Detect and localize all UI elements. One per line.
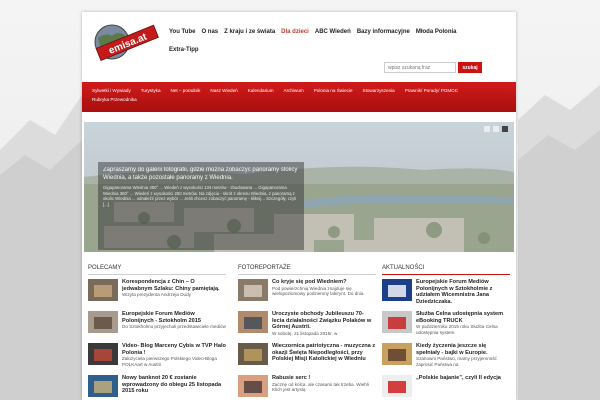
article-excerpt: Założyciela pierwszego Polskiego Video-B… xyxy=(122,356,217,367)
slider-dot-3[interactable] xyxy=(502,126,508,132)
column-aktualnosci: AKTUALNOŚCI Europejskie Forum Mediów Polo… xyxy=(382,265,510,400)
category-menu-item[interactable]: Archiwum xyxy=(284,86,310,95)
article-title[interactable]: Wieczornica patriotyczna - muzyczna z ok… xyxy=(272,343,376,363)
article-text: „Polskie bajanie”, czyli II edycja xyxy=(416,375,501,400)
article-thumbnail[interactable] xyxy=(238,375,268,397)
topnav-item[interactable]: Z kraju i ze świata xyxy=(221,26,278,38)
page-container: emisa.at You Tube O nas Z kraju i ze świat… xyxy=(82,12,516,400)
article-text: Uroczyste obchody Jubileuszu 70-lecia dz… xyxy=(272,311,376,339)
image-slider[interactable]: Zapraszamy do galerii fotografii, gdzie … xyxy=(84,122,514,252)
topnav-item[interactable]: Młoda Polonia xyxy=(413,26,460,38)
article-thumbnail[interactable] xyxy=(382,343,412,365)
caption-body: Gigapanorama Wiednia 360° ... Wiedeń z w… xyxy=(103,185,297,207)
search-input[interactable] xyxy=(384,62,456,73)
slider-caption[interactable]: Zapraszamy do galerii fotografii, gdzie … xyxy=(98,162,304,250)
category-menu-item[interactable]: Nasz Wiedeń xyxy=(210,86,243,95)
article-excerpt: W październiku 2015 roku Służba Celna ud… xyxy=(416,324,498,335)
slider-dot-1[interactable] xyxy=(484,126,490,132)
topnav-item[interactable]: You Tube xyxy=(166,26,198,38)
category-menu-item[interactable]: Net – poradnik xyxy=(171,86,207,95)
article-title[interactable]: Uroczyste obchody Jubileuszu 70-lecia dz… xyxy=(272,311,376,331)
topnav-item[interactable]: Extra-Tipp xyxy=(166,44,202,56)
article-text: Europejskie Forum Mediów Polonijnych - S… xyxy=(122,311,226,339)
top-navigation: You Tube O nas Z kraju i ze świata Dla dzie… xyxy=(166,26,510,62)
article-text: Rabusie serc ! Zacznę od kolca. ale czasa… xyxy=(272,375,376,400)
article-thumbnail[interactable] xyxy=(238,311,268,333)
category-menu-item[interactable]: Polonia na Świecie xyxy=(314,86,359,95)
article-title[interactable]: Europejskie Forum Mediów Polonijnych w S… xyxy=(416,279,510,305)
article-item[interactable]: Kiedy życzenia jeszcze się spełniały - b… xyxy=(382,343,510,371)
article-text: Europejskie Forum Mediów Polonijnych w S… xyxy=(416,279,510,307)
category-menu-item[interactable]: Kalendarium xyxy=(248,86,280,95)
caption-title: Zapraszamy do galerii fotografii, gdzie … xyxy=(103,167,298,181)
category-menu-item[interactable]: Prawnik/ Porady/ POMOC xyxy=(405,86,464,95)
article-title[interactable]: Korespondencja z Chin – O jedwabnym Szla… xyxy=(122,279,226,292)
article-thumbnail[interactable] xyxy=(88,375,118,397)
article-text: Nowy banknot 20 € zostanie wprowadzony d… xyxy=(122,375,226,400)
article-text: Video- Blog Marceny Cybis w TVP Halo Pol… xyxy=(122,343,226,371)
article-title[interactable]: „Polskie bajanie”, czyli II edycja xyxy=(416,375,501,382)
search-box: szukaj xyxy=(384,62,482,73)
article-thumbnail[interactable] xyxy=(382,311,412,333)
article-item[interactable]: „Polskie bajanie”, czyli II edycja xyxy=(382,375,510,400)
article-text: Służba Celna udostępnia system eBooking … xyxy=(416,311,510,339)
article-title[interactable]: Nowy banknot 20 € zostanie wprowadzony d… xyxy=(122,375,226,395)
article-thumbnail[interactable] xyxy=(382,375,412,397)
article-item[interactable]: Rabusie serc ! Zacznę od kolca. ale czasa… xyxy=(238,375,376,400)
article-excerpt: Wizyta prezydenta Andrzeja Dudy xyxy=(122,292,191,298)
topnav-item[interactable]: Dla dzieci xyxy=(278,26,312,38)
article-thumbnail[interactable] xyxy=(88,311,118,333)
category-menu: Sylwetki i Wywiady Turystyka Net – poradni… xyxy=(82,82,516,112)
article-title[interactable]: Europejskie Forum Mediów Polonijnych - S… xyxy=(122,311,226,324)
article-item[interactable]: Uroczyste obchody Jubileuszu 70-lecia dz… xyxy=(238,311,376,339)
article-thumbnail[interactable] xyxy=(238,279,268,301)
article-excerpt: Do Sztokholmu przyjechali przedstawiciel… xyxy=(122,324,226,330)
article-item[interactable]: Korespondencja z Chin – O jedwabnym Szla… xyxy=(88,279,226,307)
article-item[interactable]: Nowy banknot 20 € zostanie wprowadzony d… xyxy=(88,375,226,400)
article-item[interactable]: Europejskie Forum Mediów Polonijnych w S… xyxy=(382,279,510,307)
article-thumbnail[interactable] xyxy=(382,279,412,301)
category-menu-item[interactable]: Sylwetki i Wywiady xyxy=(92,86,137,95)
article-text: Co kryje się pod Wiedniem? Pod powierzchn… xyxy=(272,279,376,307)
article-title[interactable]: Co kryje się pod Wiedniem? xyxy=(272,279,376,286)
category-menu-item[interactable]: Stowarzyszenia xyxy=(363,86,401,95)
column-polecamy: POLECAMY Korespondencja z Chin – O jedwab… xyxy=(88,265,226,400)
topnav-item[interactable]: ABC Wiedeń xyxy=(312,26,354,38)
search-button[interactable]: szukaj xyxy=(458,62,482,73)
article-thumbnail[interactable] xyxy=(88,279,118,301)
article-item[interactable]: Co kryje się pod Wiedniem? Pod powierzchn… xyxy=(238,279,376,307)
article-item[interactable]: Video- Blog Marceny Cybis w TVP Halo Pol… xyxy=(88,343,226,371)
article-excerpt: Pod powierzchnią Wiednia znajduje się wi… xyxy=(272,285,364,297)
article-excerpt: W sobotę, 21 listopada 2015r. w xyxy=(272,330,338,336)
article-item[interactable]: Służba Celna udostępnia system eBooking … xyxy=(382,311,510,339)
category-menu-item[interactable]: Turystyka xyxy=(141,86,167,95)
column-heading: AKTUALNOŚCI xyxy=(382,265,510,275)
site-logo[interactable]: emisa.at xyxy=(88,22,162,62)
article-item[interactable]: Europejskie Forum Mediów Polonijnych - S… xyxy=(88,311,226,339)
column-fotoreportaze: FOTOREPORTAŻE Co kryje się pod Wiedniem? P… xyxy=(238,265,376,400)
article-title[interactable]: Kiedy życzenia jeszcze się spełniały - b… xyxy=(416,343,510,356)
article-text: Korespondencja z Chin – O jedwabnym Szla… xyxy=(122,279,226,307)
column-heading: POLECAMY xyxy=(88,265,226,275)
article-text: Kiedy życzenia jeszcze się spełniały - b… xyxy=(416,343,510,371)
category-menu-item[interactable]: Rubryka Przewodnika xyxy=(92,95,143,104)
article-thumbnail[interactable] xyxy=(88,343,118,365)
column-heading: FOTOREPORTAŻE xyxy=(238,265,376,275)
slider-dot-2[interactable] xyxy=(493,126,499,132)
article-excerpt: Szanowni Państwo, mamy przyjemność zapro… xyxy=(416,356,497,367)
article-text: Wieczornica patriotyczna - muzyczna z ok… xyxy=(272,343,376,371)
slider-pagination xyxy=(484,126,508,132)
article-title[interactable]: Video- Blog Marceny Cybis w TVP Halo Pol… xyxy=(122,343,226,356)
article-thumbnail[interactable] xyxy=(238,343,268,365)
article-title[interactable]: Rabusie serc ! xyxy=(272,375,376,382)
article-excerpt: Zacznę od kolca. ale czasami tak trzeba.… xyxy=(272,381,369,393)
topnav-item[interactable]: O nas xyxy=(198,26,221,38)
article-item[interactable]: Wieczornica patriotyczna - muzyczna z ok… xyxy=(238,343,376,371)
article-title[interactable]: Służba Celna udostępnia system eBooking … xyxy=(416,311,510,324)
topnav-item[interactable]: Bazy informacyjne xyxy=(354,26,413,38)
